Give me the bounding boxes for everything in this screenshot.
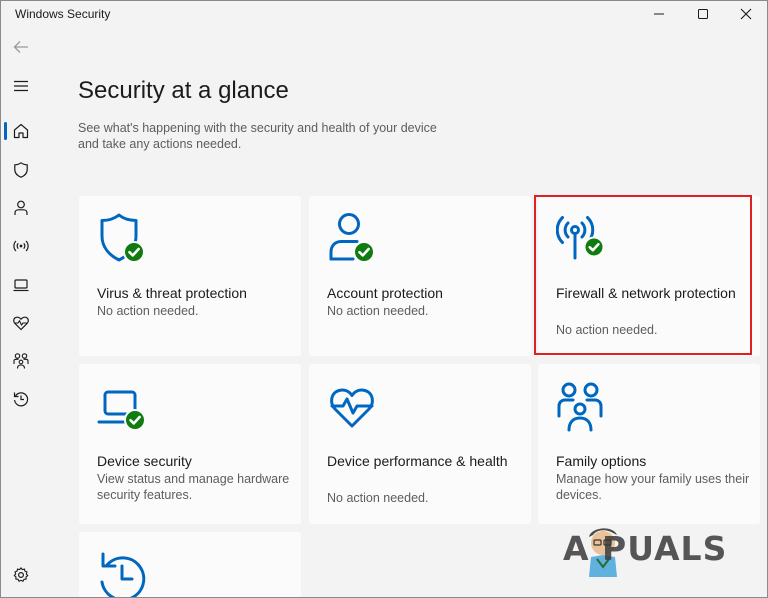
menu-button[interactable] — [5, 72, 37, 100]
home-icon — [13, 123, 29, 139]
history-clock-icon — [100, 552, 146, 597]
card-device-security[interactable]: Device security View status and manage h… — [79, 364, 301, 524]
close-button[interactable] — [726, 3, 766, 25]
appuals-watermark: A PUALS — [563, 523, 743, 579]
watermark-text: A PUALS — [563, 529, 728, 568]
maximize-icon — [698, 9, 708, 19]
card-account-protection[interactable]: Account protection No action needed. — [309, 196, 531, 356]
gear-icon — [13, 567, 29, 582]
navigation-sidebar — [1, 27, 41, 597]
family-icon — [13, 353, 29, 369]
sidebar-item-device-health[interactable] — [5, 309, 37, 337]
heart-pulse-icon — [330, 388, 374, 428]
card-status: No action needed. — [556, 323, 658, 337]
laptop-check-icon — [97, 390, 146, 431]
card-device-performance-health[interactable]: Device performance & health No action ne… — [309, 364, 531, 524]
history-icon — [13, 392, 29, 407]
sidebar-item-home[interactable] — [5, 117, 37, 145]
card-virus-threat-protection[interactable]: Virus & threat protection No action need… — [79, 196, 301, 356]
close-icon — [740, 8, 752, 20]
windows-security-window: Windows Security Security at a glance Se… — [0, 0, 768, 598]
maximize-button[interactable] — [683, 3, 723, 25]
wireless-icon — [13, 240, 29, 252]
hamburger-icon — [14, 80, 28, 92]
card-title: Virus & threat protection — [97, 285, 247, 301]
heart-pulse-icon — [13, 316, 29, 331]
person-icon — [14, 200, 28, 215]
shield-check-icon — [100, 213, 145, 263]
card-title: Firewall & network protection — [556, 285, 736, 301]
card-status: No action needed. — [327, 304, 429, 318]
card-title: Family options — [556, 453, 647, 469]
back-arrow-icon — [13, 41, 28, 53]
sidebar-item-family[interactable] — [5, 347, 37, 375]
card-family-options[interactable]: Family options Manage how your family us… — [538, 364, 760, 524]
card-status: No action needed. — [327, 491, 429, 505]
family-icon — [557, 382, 603, 432]
card-status: View status and manage hardware security… — [97, 472, 290, 502]
back-button[interactable] — [5, 33, 37, 61]
title-bar[interactable]: Windows Security — [1, 1, 767, 27]
minimize-icon — [654, 13, 664, 15]
person-check-icon — [329, 213, 375, 263]
settings-button[interactable] — [5, 561, 37, 589]
card-firewall-network-protection[interactable]: Firewall & network protection No action … — [538, 196, 760, 356]
sidebar-item-account[interactable] — [5, 194, 37, 222]
sidebar-item-app-browser[interactable] — [5, 271, 37, 299]
page-description: See what's happening with the security a… — [78, 121, 437, 151]
card-title: Device security — [97, 453, 192, 469]
antenna-check-icon — [556, 216, 605, 260]
minimize-button[interactable] — [639, 3, 679, 25]
shield-icon — [14, 162, 28, 178]
app-title: Windows Security — [15, 7, 111, 21]
sidebar-item-history[interactable] — [5, 385, 37, 413]
laptop-window-icon — [13, 279, 29, 292]
card-title: Device performance & health — [327, 453, 508, 469]
sidebar-item-virus-threat[interactable] — [5, 156, 37, 184]
card-status: No action needed. — [97, 304, 199, 318]
card-title: Account protection — [327, 285, 443, 301]
card-protection-history[interactable] — [79, 532, 301, 597]
page-title: Security at a glance — [78, 77, 289, 104]
card-status: Manage how your family uses their device… — [556, 472, 750, 502]
sidebar-item-firewall[interactable] — [5, 232, 37, 260]
